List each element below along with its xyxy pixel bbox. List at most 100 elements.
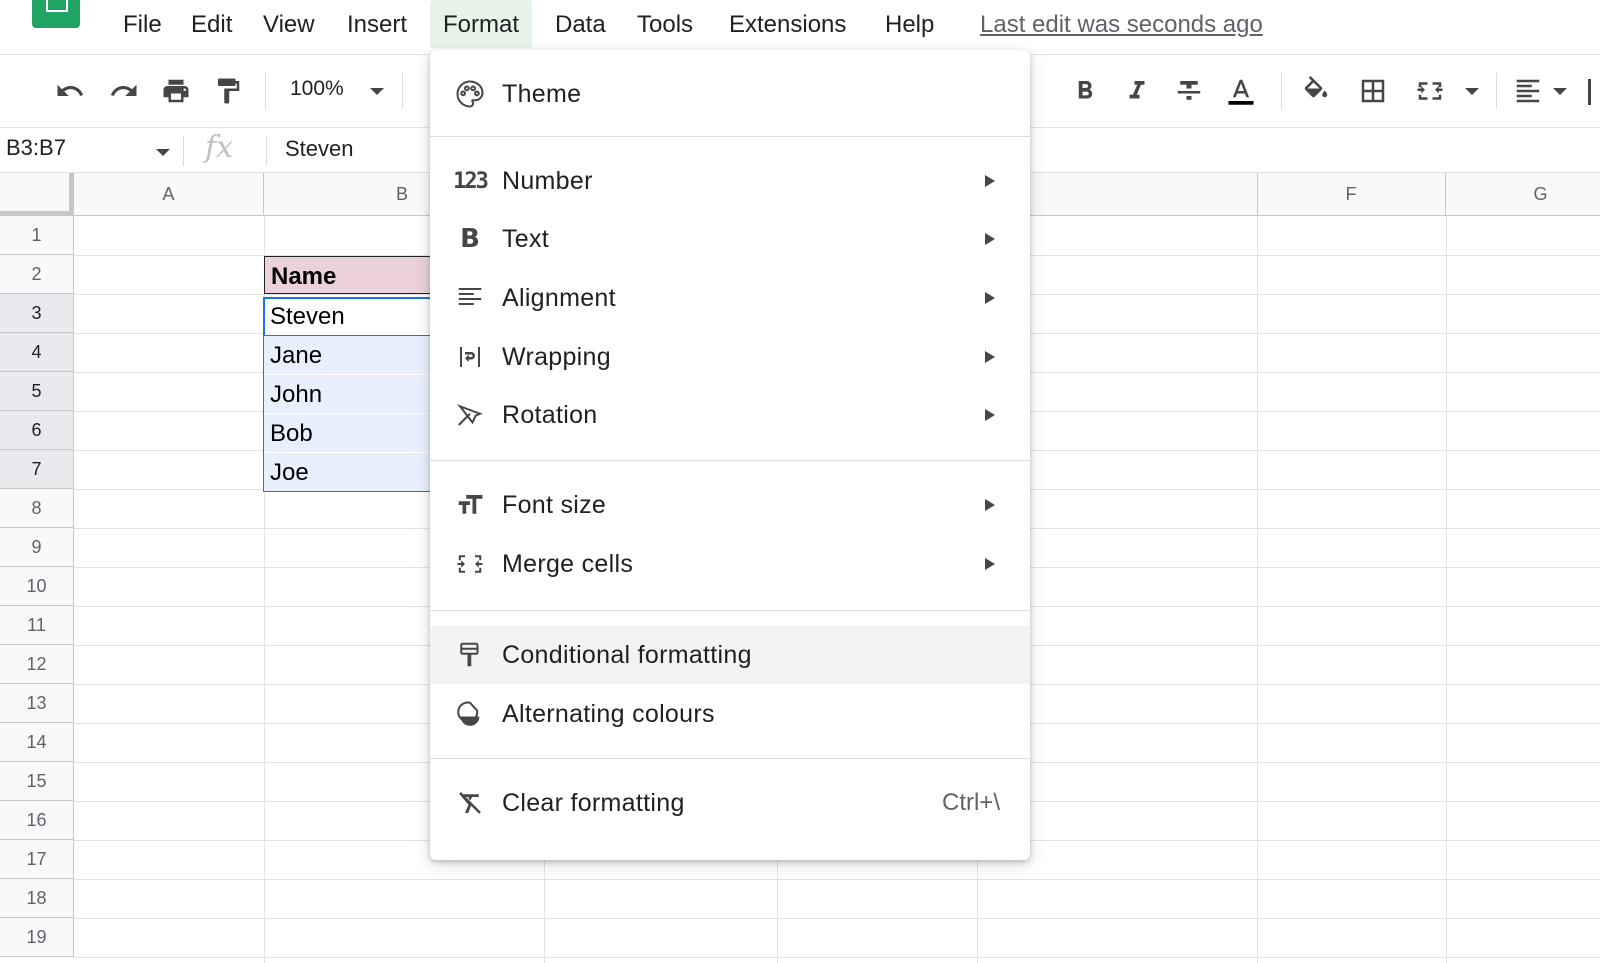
row-header-1[interactable]: 1 xyxy=(0,216,74,255)
menu-item-text[interactable]: B Text xyxy=(430,210,1030,268)
fx-icon: fx xyxy=(205,130,234,165)
gridline xyxy=(1446,216,1447,963)
menu-data[interactable]: Data xyxy=(542,0,619,48)
gridline xyxy=(74,957,1600,958)
text-color-icon[interactable] xyxy=(1221,71,1261,111)
zoom-dropdown-icon[interactable] xyxy=(370,88,384,95)
menu-item-number[interactable]: 123 Number xyxy=(430,152,1030,210)
menu-help[interactable]: Help xyxy=(872,0,947,48)
row-header-5[interactable]: 5 xyxy=(0,372,74,411)
align-dropdown-icon[interactable] xyxy=(1553,88,1567,95)
row-header-4[interactable]: 4 xyxy=(0,333,74,372)
menu-item-font-size[interactable]: Font size xyxy=(430,476,1030,534)
menu-format[interactable]: Format xyxy=(430,0,533,48)
font-size-icon xyxy=(454,489,486,521)
menu-tools[interactable]: Tools xyxy=(624,0,706,48)
gridline xyxy=(74,918,1600,919)
cell-b4[interactable]: Jane xyxy=(264,336,432,374)
menu-separator xyxy=(430,758,1030,759)
name-box[interactable]: B3:B7 xyxy=(6,135,66,161)
row-header-15[interactable]: 15 xyxy=(0,762,74,801)
toolbar-separator xyxy=(1496,73,1497,109)
menu-label: Alternating colours xyxy=(502,699,715,728)
submenu-arrow-icon xyxy=(985,409,995,421)
print-icon[interactable] xyxy=(156,71,196,111)
row-header-18[interactable]: 18 xyxy=(0,879,74,918)
cell-b5[interactable]: John xyxy=(264,375,432,413)
vertical-align-icon[interactable] xyxy=(1588,79,1591,105)
menu-item-alternating-colours[interactable]: Alternating colours xyxy=(430,685,1030,743)
menu-label: Number xyxy=(502,166,593,195)
menu-label: Merge cells xyxy=(502,549,634,578)
row-header-12[interactable]: 12 xyxy=(0,645,74,684)
menu-label: Alignment xyxy=(502,283,616,312)
menu-file[interactable]: File xyxy=(110,0,175,48)
select-all-corner[interactable] xyxy=(0,173,74,216)
sheets-logo[interactable] xyxy=(32,0,80,28)
merge-cells-icon[interactable] xyxy=(1410,71,1450,111)
menu-item-clear-formatting[interactable]: Clear formatting Ctrl+\ xyxy=(430,774,1030,832)
menu-edit[interactable]: Edit xyxy=(178,0,245,48)
column-header-g[interactable]: G xyxy=(1446,173,1600,216)
alignment-icon xyxy=(454,282,486,314)
menu-separator xyxy=(430,136,1030,137)
bold-icon[interactable] xyxy=(1065,71,1105,111)
paint-format-icon[interactable] xyxy=(208,71,248,111)
cell-b2-header[interactable]: Name xyxy=(264,256,432,294)
row-header-17[interactable]: 17 xyxy=(0,840,74,879)
formula-separator xyxy=(266,136,267,166)
alternating-colours-icon xyxy=(454,698,486,730)
cell-b7[interactable]: Joe xyxy=(264,453,432,491)
menu-label: Wrapping xyxy=(502,342,611,371)
column-header-f[interactable]: F xyxy=(1257,173,1446,216)
row-header-16[interactable]: 16 xyxy=(0,801,74,840)
menu-item-merge-cells[interactable]: Merge cells xyxy=(430,535,1030,593)
clear-formatting-icon xyxy=(454,787,486,819)
strikethrough-icon[interactable] xyxy=(1169,71,1209,111)
row-header-19[interactable]: 19 xyxy=(0,918,74,957)
column-header-a[interactable]: A xyxy=(74,173,264,216)
horizontal-align-icon[interactable] xyxy=(1508,71,1548,111)
row-header-14[interactable]: 14 xyxy=(0,723,74,762)
last-edit-link[interactable]: Last edit was seconds ago xyxy=(980,0,1263,50)
row-header-10[interactable]: 10 xyxy=(0,567,74,606)
row-header-9[interactable]: 9 xyxy=(0,528,74,567)
menu-insert[interactable]: Insert xyxy=(334,0,420,48)
format-menu: Theme 123 Number B Text Alignment Wrappi… xyxy=(430,50,1030,860)
borders-icon[interactable] xyxy=(1353,71,1393,111)
submenu-arrow-icon xyxy=(985,175,995,187)
redo-icon[interactable] xyxy=(104,71,144,111)
zoom-select[interactable]: 100% xyxy=(290,77,344,101)
number-format-icon: 123 xyxy=(453,168,489,194)
row-header-8[interactable]: 8 xyxy=(0,489,74,528)
submenu-arrow-icon xyxy=(985,292,995,304)
row-header-3[interactable]: 3 xyxy=(0,294,74,333)
undo-icon[interactable] xyxy=(50,71,90,111)
keyboard-shortcut: Ctrl+\ xyxy=(941,789,1000,816)
toolbar-separator xyxy=(402,73,403,109)
submenu-arrow-icon xyxy=(985,499,995,511)
row-header-11[interactable]: 11 xyxy=(0,606,74,645)
name-box-dropdown-icon[interactable] xyxy=(156,149,170,156)
cell-b3[interactable]: Steven xyxy=(264,297,432,335)
menu-item-rotation[interactable]: Rotation xyxy=(430,386,1030,444)
menu-item-wrapping[interactable]: Wrapping xyxy=(430,328,1030,386)
menu-item-alignment[interactable]: Alignment xyxy=(430,269,1030,327)
menu-separator xyxy=(430,460,1030,461)
row-header-2[interactable]: 2 xyxy=(0,255,74,294)
menu-view[interactable]: View xyxy=(250,0,328,48)
row-header-6[interactable]: 6 xyxy=(0,411,74,450)
menu-item-theme[interactable]: Theme xyxy=(430,65,1030,123)
submenu-arrow-icon xyxy=(985,351,995,363)
menu-separator xyxy=(430,610,1030,611)
row-header-7[interactable]: 7 xyxy=(0,450,74,489)
cell-b6[interactable]: Bob xyxy=(264,414,432,452)
formula-input[interactable]: Steven xyxy=(285,136,354,162)
merge-dropdown-icon[interactable] xyxy=(1465,88,1479,95)
row-header-13[interactable]: 13 xyxy=(0,684,74,723)
italic-icon[interactable] xyxy=(1117,71,1157,111)
menu-item-conditional-formatting[interactable]: Conditional formatting xyxy=(430,626,1030,684)
menu-extensions[interactable]: Extensions xyxy=(716,0,859,48)
bold-text-icon: B xyxy=(460,224,480,254)
fill-color-icon[interactable] xyxy=(1296,71,1336,111)
